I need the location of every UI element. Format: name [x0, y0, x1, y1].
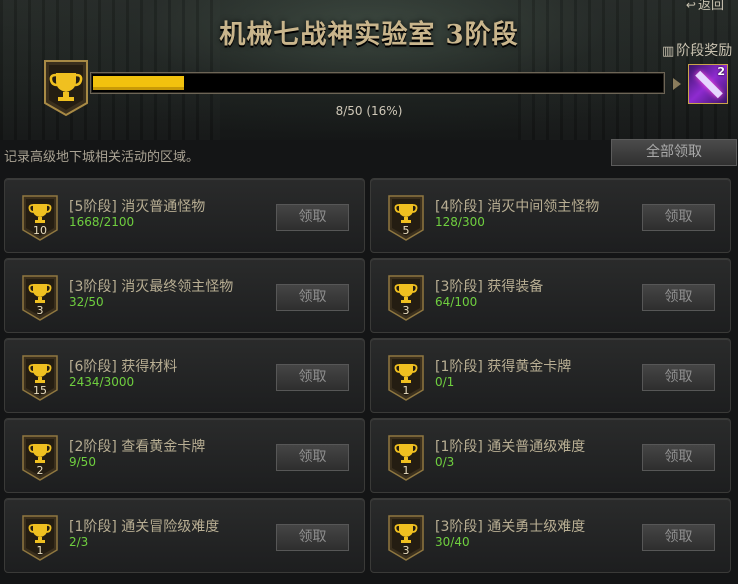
- task-card: 3 [3阶段] 消灭最终领主怪物 32/50 领取: [4, 258, 365, 333]
- task-card: 1 [1阶段] 通关普通级难度 0/3 领取: [370, 418, 731, 493]
- claim-all-button[interactable]: 全部领取: [611, 139, 737, 166]
- task-level: 1: [402, 384, 410, 397]
- task-name: [2阶段] 查看黄金卡牌: [69, 439, 206, 455]
- claim-button[interactable]: 领取: [276, 364, 349, 391]
- task-level: 10: [33, 224, 47, 237]
- task-level: 5: [402, 224, 410, 237]
- page-title: 机械七战神实验室 3阶段: [219, 20, 519, 50]
- task-level: 1: [402, 464, 410, 477]
- task-name: [5阶段] 消灭普通怪物: [69, 199, 206, 215]
- task-progress: 2434/3000: [69, 375, 135, 389]
- task-level: 3: [402, 304, 410, 317]
- claim-button[interactable]: 领取: [642, 284, 715, 311]
- area-description: 记录高级地下城相关活动的区域。: [4, 150, 200, 165]
- task-level: 3: [402, 544, 410, 557]
- task-card: 10 [5阶段] 消灭普通怪物 1668/2100 领取: [4, 178, 365, 253]
- stage-progress-fill: [93, 76, 185, 90]
- task-card: 3 [3阶段] 通关勇士级难度 30/40 领取: [370, 498, 731, 573]
- stage-progress-bar: [90, 72, 665, 94]
- claim-button[interactable]: 领取: [642, 444, 715, 471]
- task-name: [3阶段] 消灭最终领主怪物: [69, 279, 234, 295]
- task-name: [1阶段] 通关冒险级难度: [69, 519, 220, 535]
- claim-button[interactable]: 领取: [276, 204, 349, 231]
- claim-button[interactable]: 领取: [276, 444, 349, 471]
- back-label: 返回: [697, 0, 724, 13]
- gift-icon: ▥: [662, 44, 675, 59]
- task-progress: 64/100: [435, 295, 478, 309]
- task-card: 3 [3阶段] 获得装备 64/100 领取: [370, 258, 731, 333]
- task-name: [6阶段] 获得材料: [69, 359, 178, 375]
- task-grid: 10 [5阶段] 消灭普通怪物 1668/2100 领取 5 [4阶段] 消灭中间领主怪物…: [4, 178, 734, 580]
- claim-button[interactable]: 领取: [642, 364, 715, 391]
- task-progress: 128/300: [435, 215, 485, 229]
- reward-item-count: 2: [717, 65, 725, 78]
- task-level: 3: [36, 304, 44, 317]
- claim-button[interactable]: 领取: [276, 284, 349, 311]
- stage-reward-item[interactable]: 2: [688, 64, 728, 104]
- task-card: 15 [6阶段] 获得材料 2434/3000 领取: [4, 338, 365, 413]
- task-level: 15: [33, 384, 47, 397]
- task-name: [3阶段] 通关勇士级难度: [435, 519, 586, 535]
- back-arrow-icon: ↩: [685, 0, 696, 12]
- task-name: [1阶段] 获得黄金卡牌: [435, 359, 572, 375]
- task-name: [1阶段] 通关普通级难度: [435, 439, 586, 455]
- task-progress: 32/50: [69, 295, 104, 309]
- task-progress: 2/3: [69, 535, 89, 549]
- task-card: 1 [1阶段] 获得黄金卡牌 0/1 领取: [370, 338, 731, 413]
- task-card: 1 [1阶段] 通关冒险级难度 2/3 领取: [4, 498, 365, 573]
- task-progress: 1668/2100: [69, 215, 135, 229]
- back-button[interactable]: ↩ 返回: [686, 0, 724, 13]
- task-card: 2 [2阶段] 查看黄金卡牌 9/50 领取: [4, 418, 365, 493]
- stage-reward-label: ▥ 阶段奖励: [662, 43, 733, 59]
- task-progress: 0/3: [435, 455, 455, 469]
- claim-button[interactable]: 领取: [642, 524, 715, 551]
- task-name: [3阶段] 获得装备: [435, 279, 544, 295]
- task-progress: 9/50: [69, 455, 96, 469]
- task-level: 1: [36, 544, 44, 557]
- stage-progress-text: 8/50 (16%): [335, 104, 403, 118]
- task-level: 2: [36, 464, 44, 477]
- claim-button[interactable]: 领取: [276, 524, 349, 551]
- task-card: 5 [4阶段] 消灭中间领主怪物 128/300 领取: [370, 178, 731, 253]
- task-progress: 0/1: [435, 375, 455, 389]
- task-name: [4阶段] 消灭中间领主怪物: [435, 199, 600, 215]
- task-progress: 30/40: [435, 535, 470, 549]
- progress-arrow-icon: [673, 78, 681, 90]
- claim-button[interactable]: 领取: [642, 204, 715, 231]
